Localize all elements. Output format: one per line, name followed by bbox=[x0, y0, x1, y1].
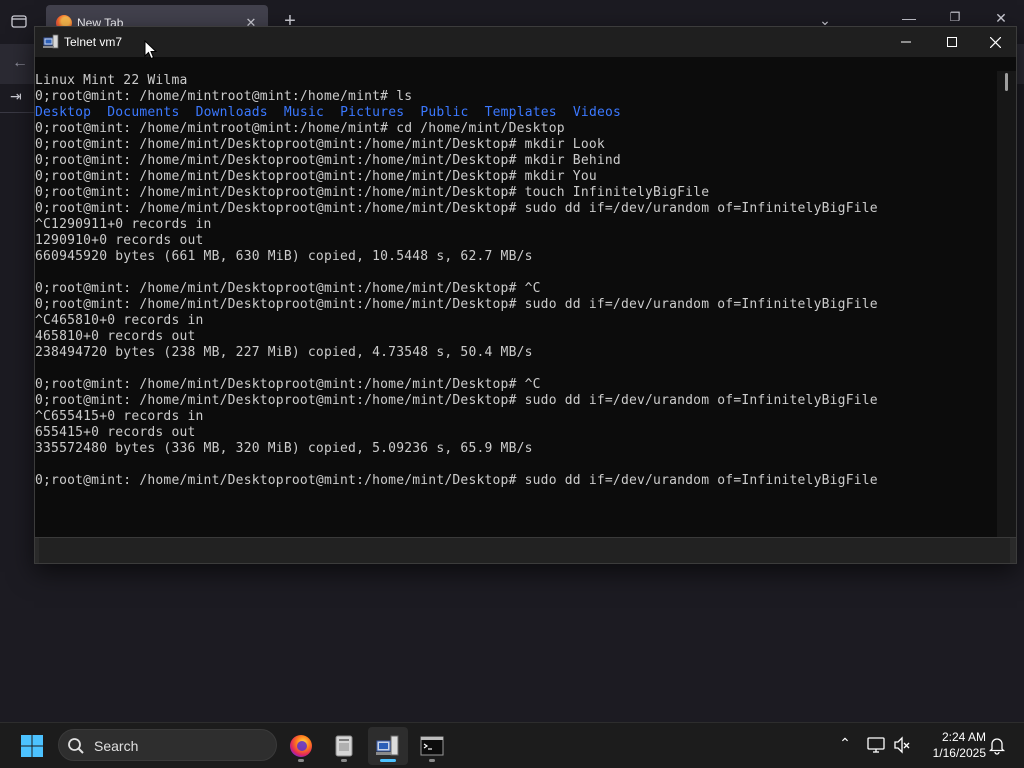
active-indicator bbox=[380, 759, 396, 762]
close-icon bbox=[990, 36, 1001, 48]
mouse-cursor-icon bbox=[144, 40, 158, 60]
search-icon bbox=[68, 738, 84, 754]
maximize-button[interactable] bbox=[929, 27, 975, 57]
taskbar-telnet-button[interactable] bbox=[368, 727, 408, 765]
ls-item: Videos bbox=[572, 105, 622, 120]
telnet-app-icon bbox=[43, 34, 59, 49]
taskbar-files-button[interactable] bbox=[324, 727, 364, 765]
telnet-icon bbox=[376, 735, 399, 756]
terminal-line: 0;root@mint: /home/mint/Desktoproot@mint… bbox=[35, 137, 605, 152]
ls-item: Pictures bbox=[340, 105, 405, 120]
file-manager-icon bbox=[335, 735, 353, 757]
terminal-line: 0;root@mint: /home/mint/Desktoproot@mint… bbox=[35, 297, 878, 312]
scrollbar-thumb[interactable] bbox=[1005, 73, 1008, 91]
telnet-window[interactable]: Telnet vm7 Linux Mint 22 Wilma 0;root@mi… bbox=[34, 26, 1017, 564]
terminal-line: 655415+0 records out bbox=[35, 425, 196, 440]
running-indicator bbox=[429, 759, 435, 762]
taskbar-firefox-button[interactable] bbox=[281, 727, 321, 765]
vertical-scrollbar[interactable] bbox=[997, 71, 1016, 537]
volume-muted-icon[interactable] bbox=[892, 735, 912, 755]
ls-item: Documents bbox=[107, 105, 180, 120]
terminal-line: 0;root@mint: /home/mint/Desktoproot@mint… bbox=[35, 169, 597, 184]
terminal-line: 660945920 bytes (661 MB, 630 MiB) copied… bbox=[35, 249, 533, 264]
terminal-line: 465810+0 records out bbox=[35, 329, 196, 344]
minimize-icon bbox=[901, 41, 911, 43]
terminal-line: 0;root@mint: /home/mint/Desktoproot@mint… bbox=[35, 377, 541, 392]
show-hidden-icons-chevron-icon[interactable]: ⌃ bbox=[836, 735, 854, 755]
terminal-line: 0;root@mint: /home/mint/Desktoproot@mint… bbox=[35, 185, 710, 200]
terminal-line: 0;root@mint: /home/mint/Desktoproot@mint… bbox=[35, 473, 878, 488]
terminal-line: 1290910+0 records out bbox=[35, 233, 204, 248]
telnet-title-bar[interactable]: Telnet vm7 bbox=[35, 27, 1016, 57]
terminal-output[interactable]: Linux Mint 22 Wilma 0;root@mint: /home/m… bbox=[35, 73, 997, 537]
clock-time: 2:24 AM bbox=[941, 730, 986, 744]
terminal-line: ^C655415+0 records in bbox=[35, 409, 204, 424]
console-bottom-edge bbox=[35, 537, 1016, 563]
running-indicator bbox=[341, 759, 347, 762]
minimize-button[interactable] bbox=[883, 27, 929, 57]
ls-output-line: Desktop Documents Downloads Music Pictur… bbox=[35, 105, 997, 121]
terminal-line: 0;root@mint: /home/mint/Desktoproot@mint… bbox=[35, 281, 541, 296]
tab-list-icon[interactable] bbox=[8, 10, 30, 32]
ls-item: Music bbox=[283, 105, 325, 120]
start-button[interactable] bbox=[14, 731, 50, 761]
taskbar-clock[interactable]: 2:24 AM 1/16/2025 bbox=[918, 729, 986, 761]
terminal-line: 238494720 bytes (238 MB, 227 MiB) copied… bbox=[35, 345, 533, 360]
terminal-line: ^C465810+0 records in bbox=[35, 313, 204, 328]
windows-logo-icon bbox=[21, 735, 43, 757]
terminal-line: ^C1290911+0 records in bbox=[35, 217, 212, 232]
taskbar: Search ⌃ 2:24 AM 1/16/2025 bbox=[0, 722, 1024, 768]
network-icon[interactable] bbox=[866, 735, 886, 755]
running-indicator bbox=[298, 759, 304, 762]
terminal-line: 335572480 bytes (336 MB, 320 MiB) copied… bbox=[35, 441, 533, 456]
firefox-icon bbox=[290, 735, 312, 757]
clock-date: 1/16/2025 bbox=[932, 746, 986, 760]
ls-item: Downloads bbox=[195, 105, 268, 120]
terminal-line: Linux Mint 22 Wilma bbox=[35, 73, 188, 88]
window-title: Telnet vm7 bbox=[64, 35, 123, 49]
back-arrow-icon[interactable]: ← bbox=[12, 54, 36, 76]
ls-item: Desktop bbox=[35, 105, 92, 120]
maximize-icon bbox=[947, 37, 957, 47]
ls-item: Templates bbox=[484, 105, 557, 120]
close-button[interactable] bbox=[975, 27, 1016, 57]
notification-bell-icon[interactable] bbox=[987, 735, 1007, 755]
terminal-line: 0;root@mint: /home/mint/Desktoproot@mint… bbox=[35, 153, 621, 168]
terminal-line: 0;root@mint: /home/mintroot@mint:/home/m… bbox=[35, 121, 565, 136]
search-label: Search bbox=[94, 738, 139, 754]
terminal-line: 0;root@mint: /home/mint/Desktoproot@mint… bbox=[35, 393, 878, 408]
terminal-icon bbox=[420, 736, 444, 756]
console-bottom-panel bbox=[39, 538, 1010, 563]
taskbar-terminal-button[interactable] bbox=[412, 727, 452, 765]
terminal-line: 0;root@mint: /home/mintroot@mint:/home/m… bbox=[35, 89, 413, 104]
ls-item: Public bbox=[420, 105, 469, 120]
terminal-line: 0;root@mint: /home/mint/Desktoproot@mint… bbox=[35, 201, 878, 216]
sidebar-toggle-icon[interactable]: ⇥ bbox=[10, 88, 34, 110]
taskbar-search-box[interactable]: Search bbox=[58, 729, 277, 761]
